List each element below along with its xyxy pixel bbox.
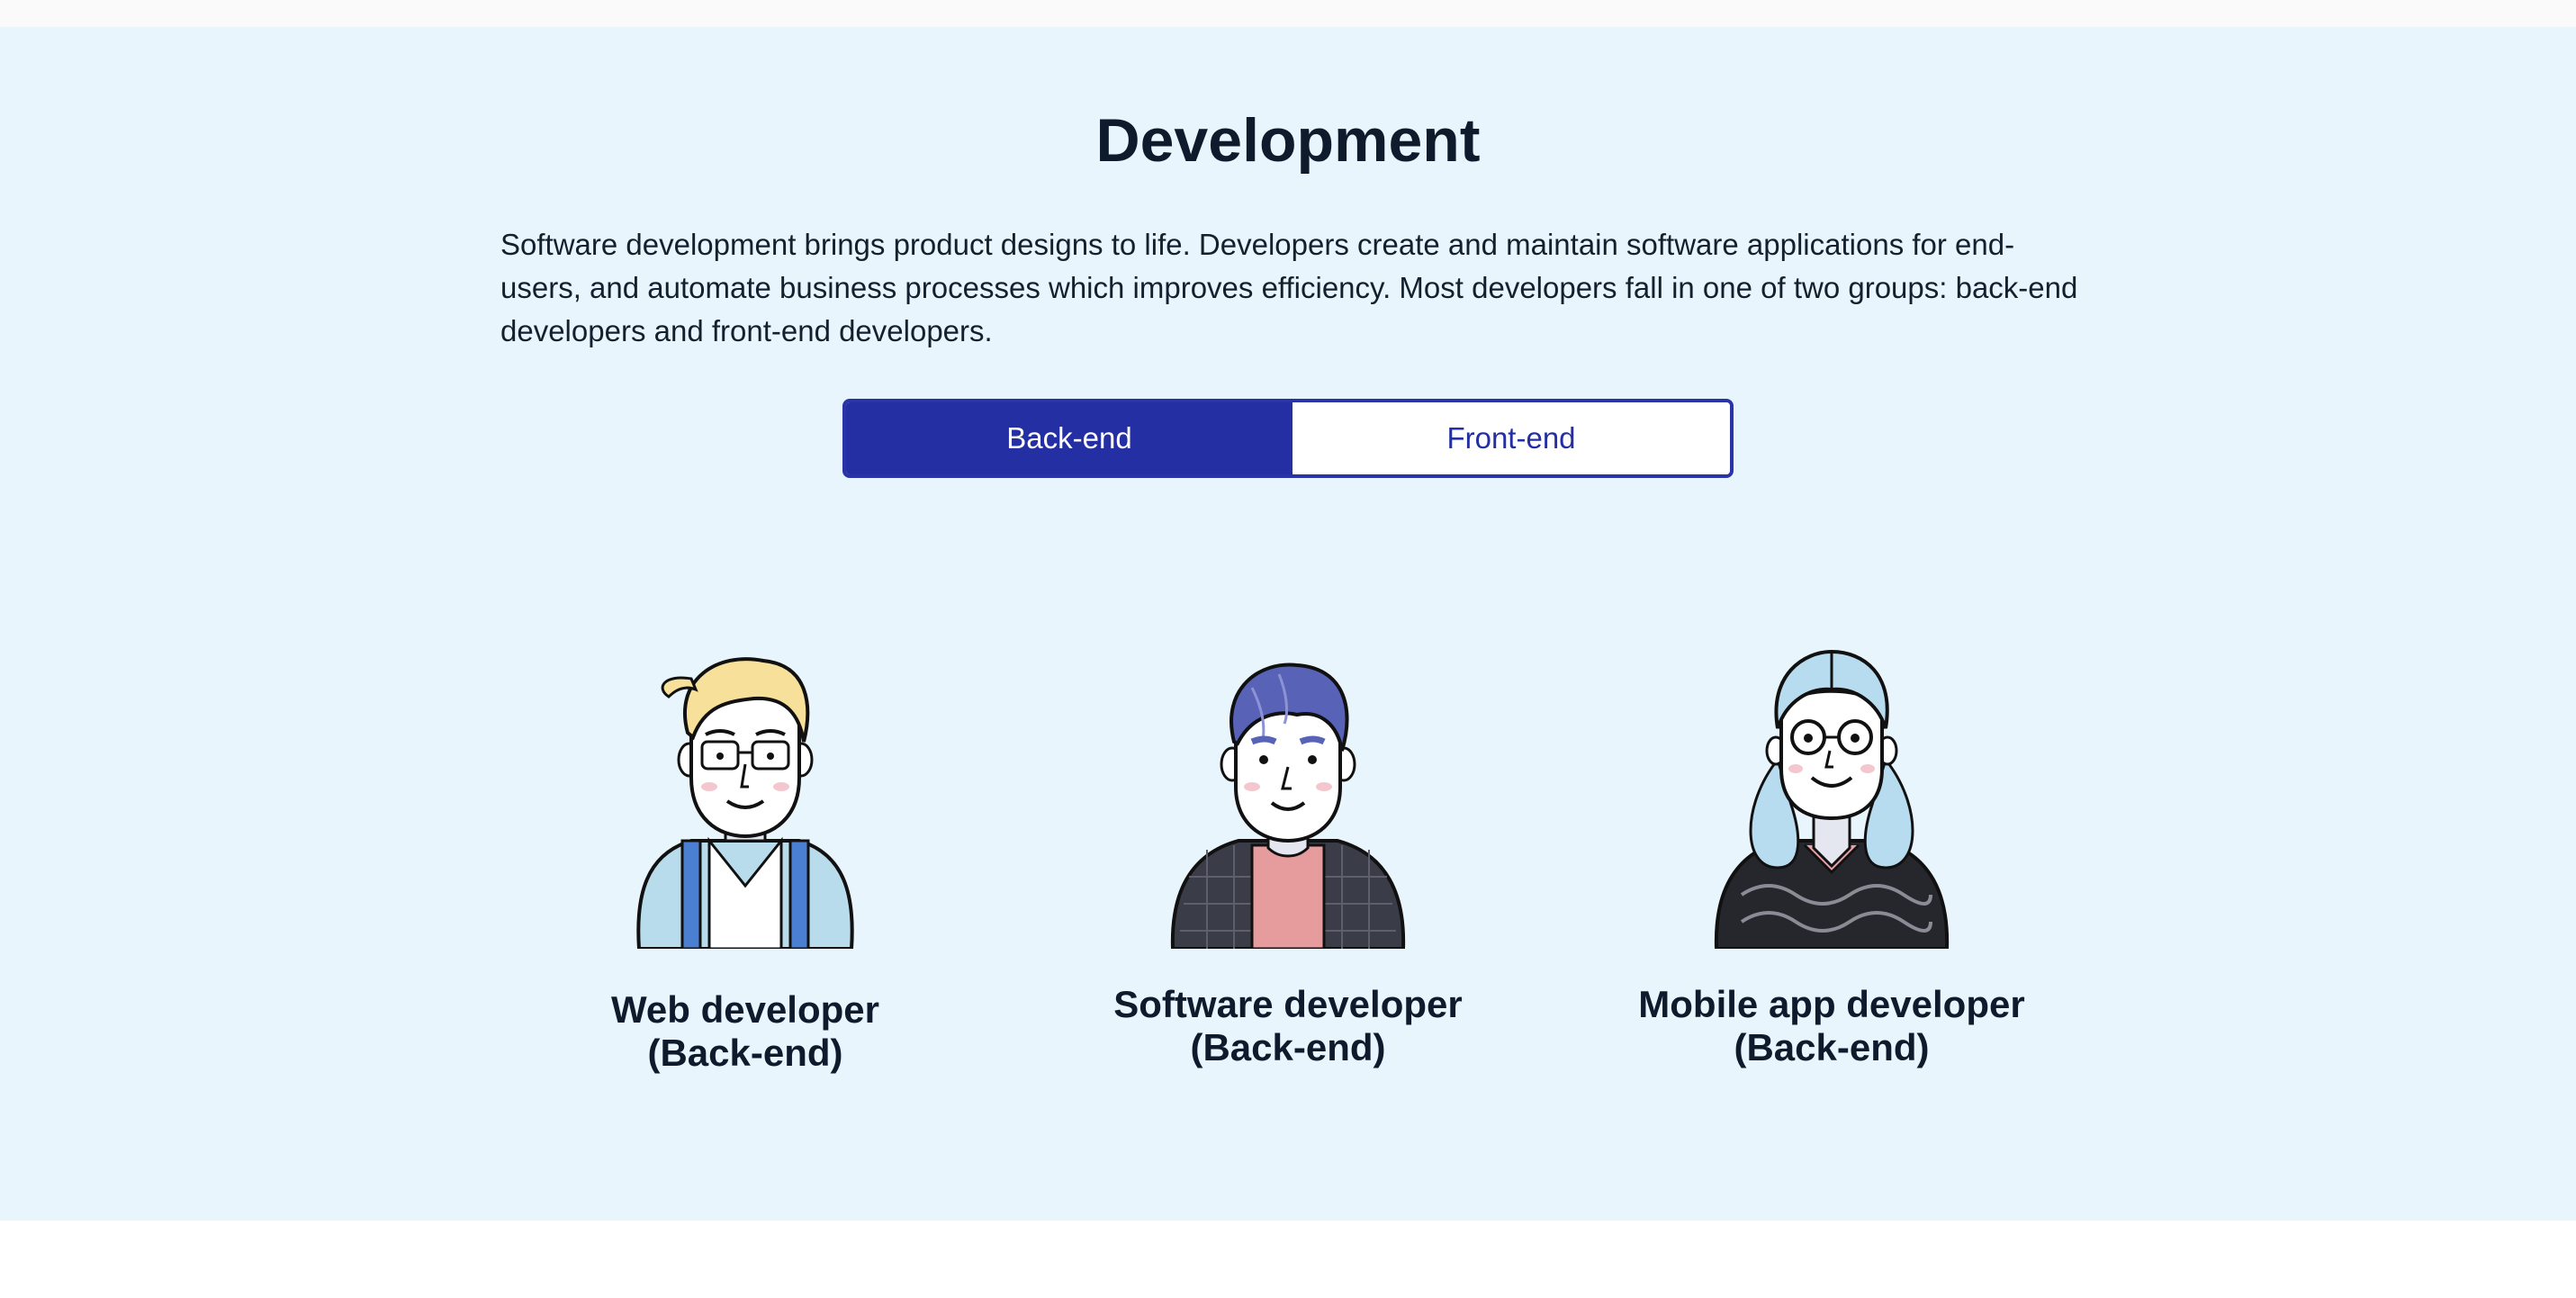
role-card-title: Software developer (Back-end) <box>1018 983 1558 1069</box>
role-card-web-developer: Web developer (Back-end) <box>475 625 1015 1075</box>
role-category: (Back-end) <box>1190 1026 1386 1068</box>
top-strip <box>0 0 2576 27</box>
mobile-developer-avatar <box>1714 649 1950 949</box>
web-developer-avatar <box>636 657 854 949</box>
role-card-title: Web developer (Back-end) <box>475 988 1015 1075</box>
frontend-toggle-button[interactable]: Front-end <box>1293 402 1730 474</box>
role-card-mobile-app-developer: Mobile app developer (Back-end) <box>1562 625 2102 1069</box>
role-name: Software developer <box>1113 983 1463 1025</box>
role-name: Web developer <box>611 988 879 1031</box>
backend-toggle-button[interactable]: Back-end <box>846 402 1293 474</box>
section-title: Development <box>1095 106 1481 175</box>
development-section: Development Software development brings … <box>0 27 2576 1221</box>
role-toggle: Back-end Front-end <box>842 399 1734 478</box>
software-developer-avatar <box>1170 663 1406 949</box>
role-name: Mobile app developer <box>1638 983 2025 1025</box>
role-card-software-developer: Software developer (Back-end) <box>1018 625 1558 1069</box>
role-card-title: Mobile app developer (Back-end) <box>1562 983 2102 1069</box>
role-category: (Back-end) <box>1734 1026 1930 1068</box>
role-category: (Back-end) <box>647 1032 843 1074</box>
section-description: Software development brings product desi… <box>500 228 2078 347</box>
